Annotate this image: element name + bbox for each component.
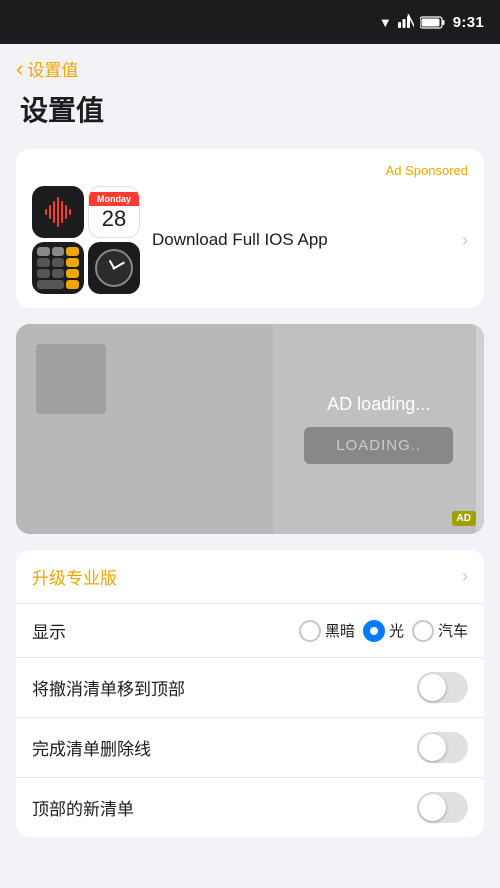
clock-center-dot	[113, 267, 116, 270]
ad-loading-button[interactable]: LOADING..	[304, 427, 453, 464]
ad-sponsored-label: Ad Sponsored	[386, 163, 468, 178]
radio-light[interactable]: 光	[363, 620, 404, 642]
display-row[interactable]: 显示 黑暗 光 汽车	[16, 604, 484, 658]
radio-auto-label: 汽车	[438, 620, 468, 641]
strikethrough-toggle-thumb	[419, 734, 446, 761]
strikethrough-toggle[interactable]	[417, 732, 468, 763]
ad-badge: AD	[452, 511, 476, 526]
new-list-top-label: 顶部的新清单	[32, 795, 417, 820]
move-to-top-toggle[interactable]	[417, 672, 468, 703]
move-to-top-label: 将撤消清单移到顶部	[32, 675, 417, 700]
radio-dark[interactable]: 黑暗	[299, 620, 355, 642]
strikethrough-label: 完成清单删除线	[32, 735, 417, 760]
strikethrough-row[interactable]: 完成清单删除线	[16, 718, 484, 778]
new-list-top-row[interactable]: 顶部的新清单	[16, 778, 484, 837]
ad-text-section[interactable]: Download Full IOS App ›	[152, 230, 468, 251]
radio-auto-circle	[412, 620, 434, 642]
radio-dark-circle	[299, 620, 321, 642]
display-radio-group: 黑暗 光 汽车	[299, 620, 468, 642]
move-to-top-row[interactable]: 将撤消清单移到顶部	[16, 658, 484, 718]
ad-content-row: Monday 28	[32, 186, 468, 294]
ad-placeholder-right: AD loading... LOADING..	[273, 324, 484, 534]
back-label: 设置值	[27, 56, 78, 81]
new-list-top-toggle[interactable]	[417, 792, 468, 823]
app-icons-grid: Monday 28	[32, 186, 140, 294]
back-button[interactable]: ‹ 设置值	[16, 56, 78, 81]
download-label: Download Full IOS App	[152, 230, 328, 250]
radio-auto[interactable]: 汽车	[412, 620, 468, 642]
ad-card[interactable]: Ad Sponsored	[16, 149, 484, 308]
battery-icon	[420, 16, 445, 29]
clock-face	[95, 249, 133, 287]
radio-light-circle	[363, 620, 385, 642]
move-to-top-toggle-thumb	[419, 674, 446, 701]
ad-loading-section: AD loading... LOADING.. AD	[16, 324, 484, 534]
status-time: 9:31	[453, 14, 484, 31]
waveform	[45, 186, 71, 238]
wifi-icon: ▼	[379, 15, 392, 30]
voice-memos-icon	[32, 186, 84, 238]
calculator-icon	[32, 242, 84, 294]
settings-section: 升级专业版 › 显示 黑暗 光	[16, 550, 484, 837]
header: ‹ 设置值	[0, 44, 500, 89]
status-bar: ▼ 9:31	[0, 0, 500, 44]
calendar-day: Monday	[89, 192, 139, 206]
content-area: ‹ 设置值 设置值 Ad Sponsored	[0, 44, 500, 888]
download-chevron-icon: ›	[462, 230, 468, 251]
display-label: 显示	[32, 618, 299, 643]
upgrade-label: 升级专业版	[32, 564, 462, 589]
back-chevron-icon: ‹	[16, 58, 23, 80]
ad-right-strip	[476, 324, 484, 534]
ad-placeholder-square	[36, 344, 106, 414]
page-title: 设置值	[20, 95, 104, 126]
ad-sponsored-row: Ad Sponsored	[32, 163, 468, 178]
signal-blocked-icon	[398, 14, 414, 31]
upgrade-row-right: ›	[462, 566, 468, 587]
status-icons: ▼	[379, 14, 445, 31]
calendar-date: 28	[102, 206, 126, 232]
upgrade-chevron-icon: ›	[462, 566, 468, 587]
download-row: Download Full IOS App ›	[152, 230, 468, 251]
calendar-icon: Monday 28	[88, 186, 140, 238]
upgrade-row[interactable]: 升级专业版 ›	[16, 550, 484, 604]
radio-dark-label: 黑暗	[325, 620, 355, 641]
ad-placeholder-left	[16, 324, 273, 534]
clock-icon	[88, 242, 140, 294]
ad-loading-text: AD loading...	[327, 394, 430, 415]
new-list-top-toggle-thumb	[419, 794, 446, 821]
radio-light-label: 光	[389, 620, 404, 641]
